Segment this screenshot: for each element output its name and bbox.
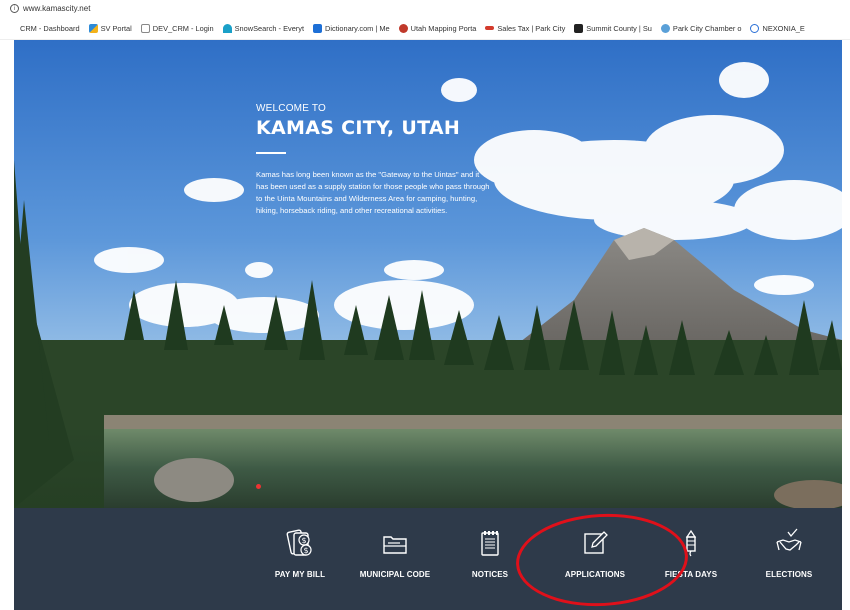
address-bar[interactable]: i www.kamascity.net: [0, 0, 850, 17]
hero-banner: WELCOME TO KAMAS CITY, UTAH Kamas has lo…: [14, 40, 842, 508]
bill-icon: $ $: [286, 529, 312, 556]
triangle-icon: [88, 23, 98, 33]
bookmark-snowsearch[interactable]: SnowSearch - Everyt: [222, 23, 305, 33]
nav-label: PAY MY BILL: [274, 570, 326, 579]
nav-municipal-code[interactable]: MUNICIPAL CODE: [350, 528, 440, 579]
bookmark-summit-county[interactable]: Summit County | Su: [574, 23, 652, 33]
bookmark-utah-mapping[interactable]: Utah Mapping Porta: [398, 23, 477, 33]
bookmark-label: Summit County | Su: [586, 23, 652, 33]
welcome-text: WELCOME TO: [256, 103, 326, 114]
hero-landscape-image: [14, 40, 842, 508]
hero-description: Kamas has long been known as the "Gatewa…: [256, 170, 490, 215]
bookmark-label: Dictionary.com | Me: [325, 23, 390, 33]
quick-links-bar: $ $ PAY MY BILL MUNICIPAL CODE NOTICES A…: [14, 508, 842, 610]
county-icon: [574, 23, 584, 33]
bookmark-sales-tax[interactable]: Sales Tax | Park City: [485, 24, 565, 33]
nav-label: MUNICIPAL CODE: [359, 570, 431, 579]
dictionary-icon: [313, 23, 323, 33]
bookmark-label: CRM - Dashboard: [20, 23, 80, 33]
bookmarks-bar: CRM - Dashboard SV Portal DEV_CRM - Logi…: [0, 17, 850, 40]
nav-label: ELECTIONS: [765, 570, 813, 579]
url-text[interactable]: www.kamascity.net: [23, 4, 90, 13]
nav-elections[interactable]: ELECTIONS: [744, 528, 834, 579]
notepad-icon: [481, 531, 499, 556]
bookmark-label: SnowSearch - Everyt: [234, 23, 305, 33]
bookmark-dev-crm[interactable]: DEV_CRM - Login: [140, 23, 214, 33]
bookmark-label: DEV_CRM - Login: [152, 23, 214, 33]
bookmark-label: NEXONIA_E: [762, 23, 805, 33]
bookmark-nexonia[interactable]: NEXONIA_E: [750, 23, 805, 33]
title-underline: [256, 152, 286, 154]
svg-text:$: $: [301, 536, 306, 545]
slider-dot[interactable]: [256, 484, 261, 489]
chamber-icon: [660, 23, 670, 33]
info-icon[interactable]: i: [10, 4, 19, 13]
folder-icon: [383, 536, 407, 554]
svg-text:$: $: [303, 546, 308, 555]
page-icon: [140, 23, 150, 33]
page-title: KAMAS CITY, UTAH: [256, 117, 461, 139]
x-icon: [750, 23, 760, 33]
map-icon: [398, 23, 408, 33]
bookmark-label: Park City Chamber o: [672, 23, 742, 33]
bookmark-park-city-chamber[interactable]: Park City Chamber o: [660, 23, 742, 33]
bookmark-label: Sales Tax | Park City: [497, 23, 566, 33]
snow-icon: [222, 23, 232, 33]
bookmark-label: Utah Mapping Porta: [410, 23, 477, 33]
nav-pay-my-bill[interactable]: $ $ PAY MY BILL: [255, 528, 345, 579]
tax-icon: [485, 26, 495, 30]
bookmark-dictionary[interactable]: Dictionary.com | Me: [313, 23, 390, 33]
handshake-icon: [776, 528, 802, 551]
bookmark-crm-dashboard[interactable]: CRM - Dashboard: [20, 24, 80, 33]
bookmark-label: SV Portal: [100, 23, 132, 33]
bookmark-sv-portal[interactable]: SV Portal: [88, 23, 132, 33]
